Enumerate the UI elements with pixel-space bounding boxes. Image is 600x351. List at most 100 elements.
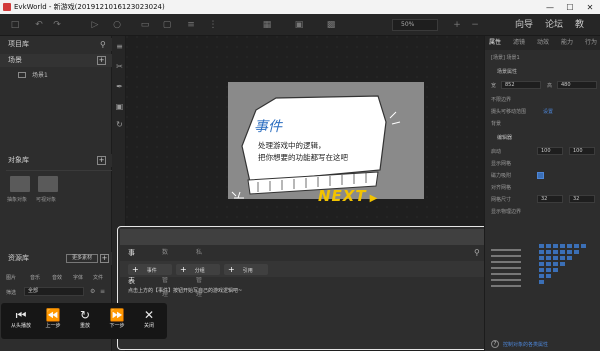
- add-object-button[interactable]: +: [97, 156, 106, 165]
- play-icon[interactable]: ▷: [90, 20, 100, 30]
- res-tab-music[interactable]: 音乐: [30, 274, 40, 281]
- toolbar: □ ↶ ↷ ▷ ○ ▭ ▢ ≡ ⋮ ▦ ▣ ▩ 50% + − 向导 论坛 教: [0, 14, 600, 36]
- lock-icon[interactable]: ▣: [294, 20, 304, 30]
- minimize-icon[interactable]: —: [540, 0, 560, 14]
- preview-icon[interactable]: ○: [112, 20, 122, 30]
- folder-icon[interactable]: [38, 176, 58, 192]
- add-scene-button[interactable]: +: [97, 56, 106, 65]
- redo-icon[interactable]: ↷: [52, 20, 62, 30]
- folder-open-icon[interactable]: ▣: [115, 102, 124, 111]
- list-icon[interactable]: ≡: [100, 288, 105, 295]
- align-grid-label: 对齐网格: [491, 185, 512, 191]
- save-icon[interactable]: □: [10, 20, 20, 30]
- text-tool-icon[interactable]: ▭: [140, 20, 150, 30]
- brush-icon[interactable]: ✒: [115, 82, 124, 91]
- group-icon[interactable]: ▩: [326, 20, 336, 30]
- tab-abilities[interactable]: 能力: [561, 36, 573, 50]
- scene-header: 场景: [0, 54, 112, 67]
- more-materials-button[interactable]: 更多素材: [66, 254, 98, 263]
- fast-forward-icon: ⏩: [109, 308, 125, 322]
- help-icon[interactable]: ?: [491, 340, 499, 348]
- res-tab-sfx[interactable]: 音效: [52, 274, 62, 281]
- next-label: NEXT: [318, 187, 367, 205]
- unbounded-label: 不限边界: [491, 97, 512, 103]
- search-icon[interactable]: ⚲: [474, 248, 480, 257]
- play-from-start-button[interactable]: ⏮ 从头播放: [9, 308, 33, 336]
- replay-button[interactable]: ↻ 重放: [73, 308, 97, 336]
- res-tab-images[interactable]: 图片: [6, 274, 16, 281]
- camera-range-label: 摄头可移动范围: [491, 109, 527, 115]
- scissors-icon[interactable]: ✂: [115, 62, 124, 71]
- scene-properties-header: 场景属性: [497, 69, 518, 75]
- start-input[interactable]: 100: [537, 147, 563, 155]
- close-tutorial-button[interactable]: ✕ 关闭: [137, 308, 161, 336]
- width-input[interactable]: 852: [501, 81, 541, 89]
- next-arrow-icon: ▶: [369, 193, 379, 204]
- res-tab-fonts[interactable]: 字体: [73, 274, 83, 281]
- menu-icon[interactable]: ≡: [115, 42, 124, 51]
- undo-icon[interactable]: ↶: [34, 20, 44, 30]
- close-tutorial-label: 关闭: [143, 323, 154, 329]
- layer-collision-grid[interactable]: [539, 244, 597, 292]
- tab-animations[interactable]: 动效: [537, 36, 549, 50]
- layer-labels: [491, 248, 535, 288]
- zoom-select[interactable]: 50%: [392, 19, 438, 31]
- nav-guide[interactable]: 向导: [515, 18, 533, 32]
- start-input-2[interactable]: 100: [569, 147, 595, 155]
- stage-area[interactable]: 事件 处理游戏中的逻辑， 把你想要的功能都写在这吧: [228, 82, 424, 199]
- snap-checkbox[interactable]: [537, 172, 544, 179]
- camera-range-set-link[interactable]: 设置: [543, 108, 553, 115]
- refresh-icon[interactable]: ↻: [115, 120, 124, 129]
- shape-tool-icon[interactable]: ▢: [162, 20, 172, 30]
- grid-height-input[interactable]: 32: [569, 195, 595, 203]
- start-label: 启动: [491, 149, 502, 155]
- add-reference-label: 引用: [242, 268, 253, 274]
- close-icon[interactable]: ✕: [580, 0, 600, 14]
- help-link[interactable]: 控制对象的各类属性: [503, 341, 548, 348]
- panel-titlebar[interactable]: [120, 229, 488, 245]
- search-icon[interactable]: ⚲: [100, 40, 106, 49]
- add-event-button[interactable]: + 事件: [128, 264, 172, 275]
- add-group-button[interactable]: + 分组: [176, 264, 220, 275]
- tab-filters[interactable]: 滤镜: [513, 36, 525, 50]
- window-title: EvkWorld - 新游戏(20191210161230​23024): [14, 3, 165, 11]
- sparkle-icon: [231, 191, 244, 199]
- previous-step-button[interactable]: ⏪ 上一步: [41, 308, 65, 336]
- layer-icon[interactable]: ▦: [262, 20, 272, 30]
- bubble-line-1: 处理游戏中的逻辑，: [258, 141, 326, 150]
- filter-label: 筛选: [6, 290, 17, 296]
- editor-header: 编辑器: [497, 135, 513, 141]
- zoom-out-icon[interactable]: −: [470, 20, 480, 30]
- next-button[interactable]: NEXT ▶: [318, 187, 378, 205]
- nav-forum[interactable]: 论坛: [545, 18, 563, 32]
- grid-width-input[interactable]: 32: [537, 195, 563, 203]
- maximize-icon[interactable]: ☐: [560, 0, 580, 14]
- previous-step-label: 上一步: [45, 323, 61, 329]
- play-from-start-label: 从头播放: [10, 323, 31, 329]
- folder-icon[interactable]: [10, 176, 30, 192]
- folder-label: 抽象对象: [7, 197, 28, 203]
- res-tab-files[interactable]: 文件: [93, 274, 103, 281]
- settings-icon[interactable]: ⚙: [90, 288, 95, 295]
- distribute-icon[interactable]: ⋮: [208, 20, 218, 30]
- selected-object-name: [场景] 场景1: [491, 55, 520, 61]
- scene-item-label[interactable]: 场景1: [32, 70, 48, 79]
- height-label: 高: [547, 83, 553, 89]
- width-label: 宽: [491, 83, 497, 89]
- event-hint-text: 点击上方的【事件】按钮开始写自己的游戏逻辑吧~: [128, 288, 243, 294]
- property-tabs: 属性 滤镜 动效 能力 行为: [485, 36, 600, 50]
- tab-properties[interactable]: 属性: [489, 36, 501, 50]
- tab-behaviors[interactable]: 行为: [585, 36, 597, 50]
- filter-select[interactable]: 全部: [24, 287, 84, 296]
- add-reference-button[interactable]: + 引用: [224, 264, 268, 275]
- skip-start-icon: ⏮: [15, 308, 27, 322]
- add-resource-button[interactable]: +: [100, 254, 109, 263]
- align-icon[interactable]: ≡: [186, 20, 196, 30]
- nav-tutorial[interactable]: 教: [575, 18, 584, 32]
- tutorial-playback-bar: ⏮ 从头播放 ⏪ 上一步 ↻ 重放 ⏩ 下一步 ✕ 关闭: [1, 303, 167, 339]
- zoom-in-icon[interactable]: +: [452, 20, 462, 30]
- height-input[interactable]: 480: [557, 81, 597, 89]
- next-step-button[interactable]: ⏩ 下一步: [105, 308, 129, 336]
- divider: [6, 170, 112, 171]
- show-grid-label: 显示网格: [491, 161, 512, 167]
